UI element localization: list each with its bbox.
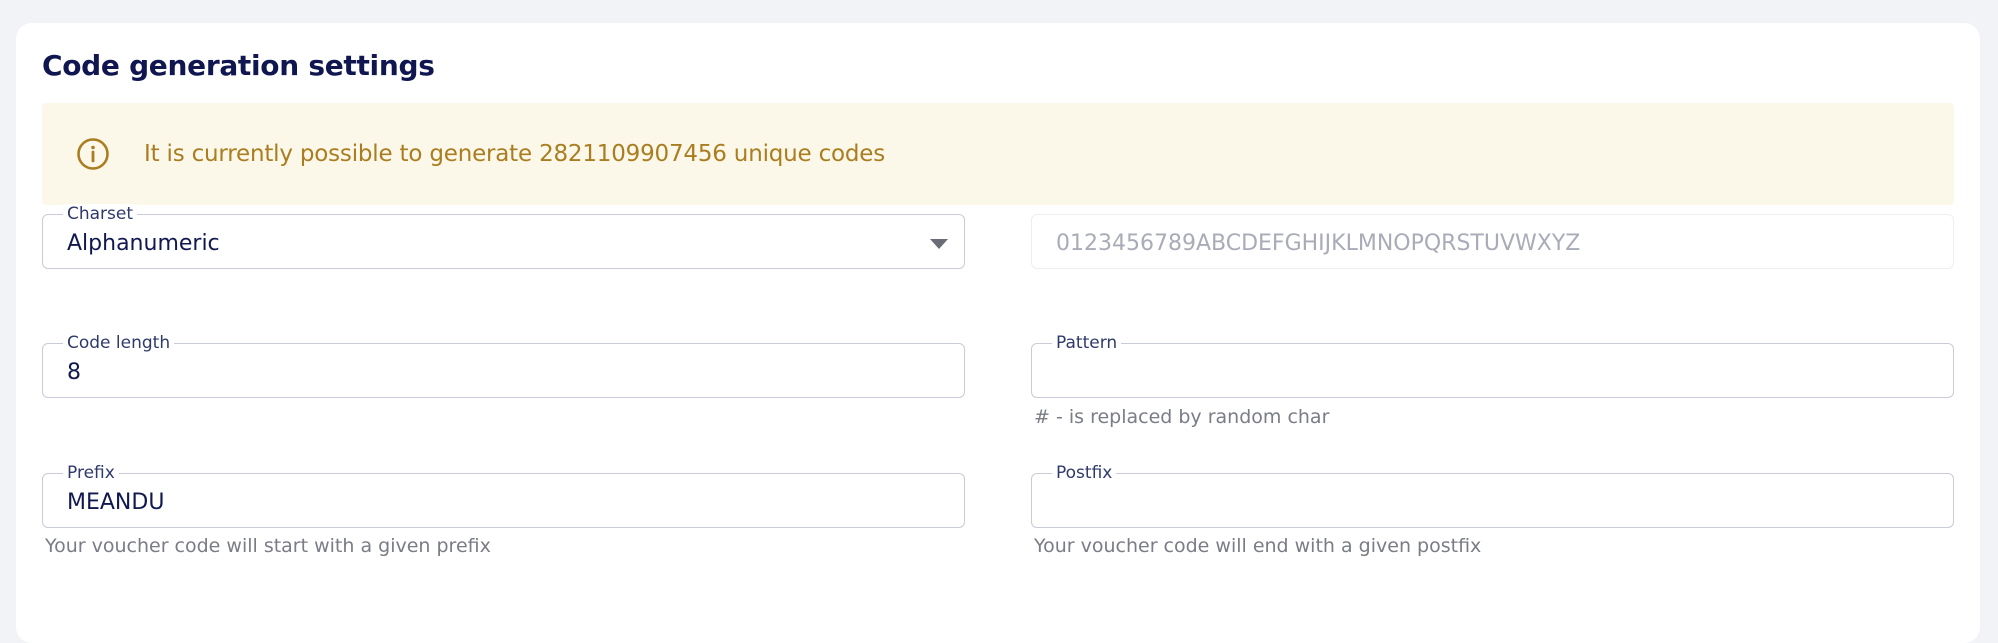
- section-title: Code generation settings: [42, 49, 435, 82]
- postfix-helper: Your voucher code will end with a given …: [1034, 535, 1482, 557]
- info-icon: [76, 137, 110, 171]
- code-length-label: Code length: [63, 333, 175, 353]
- pattern-label: Pattern: [1052, 333, 1122, 353]
- charset-select[interactable]: Charset Alphanumeric: [42, 204, 965, 269]
- code-generation-settings-card: Code generation settings It is currently…: [16, 23, 1980, 643]
- charset-label: Charset: [63, 204, 138, 224]
- code-length-input[interactable]: [67, 360, 917, 386]
- charset-value: Alphanumeric: [67, 231, 220, 256]
- pattern-helper: # - is replaced by random char: [1034, 406, 1330, 428]
- postfix-field[interactable]: Postfix: [1031, 463, 1954, 528]
- chevron-down-icon[interactable]: [930, 239, 948, 249]
- prefix-helper: Your voucher code will start with a give…: [45, 535, 491, 557]
- alert-message: It is currently possible to generate 282…: [144, 141, 886, 167]
- pattern-field[interactable]: Pattern: [1031, 333, 1954, 398]
- unique-codes-alert: It is currently possible to generate 282…: [42, 103, 1954, 205]
- charset-preview-value: 0123456789ABCDEFGHIJKLMNOPQRSTUVWXYZ: [1056, 231, 1581, 256]
- prefix-label: Prefix: [63, 463, 119, 483]
- pattern-input[interactable]: [1056, 360, 1906, 386]
- prefix-field[interactable]: Prefix: [42, 463, 965, 528]
- prefix-input[interactable]: [67, 490, 917, 516]
- postfix-input[interactable]: [1056, 490, 1906, 516]
- postfix-label: Postfix: [1052, 463, 1117, 483]
- code-length-field[interactable]: Code length: [42, 333, 965, 398]
- charset-preview-field: 0123456789ABCDEFGHIJKLMNOPQRSTUVWXYZ: [1031, 214, 1954, 269]
